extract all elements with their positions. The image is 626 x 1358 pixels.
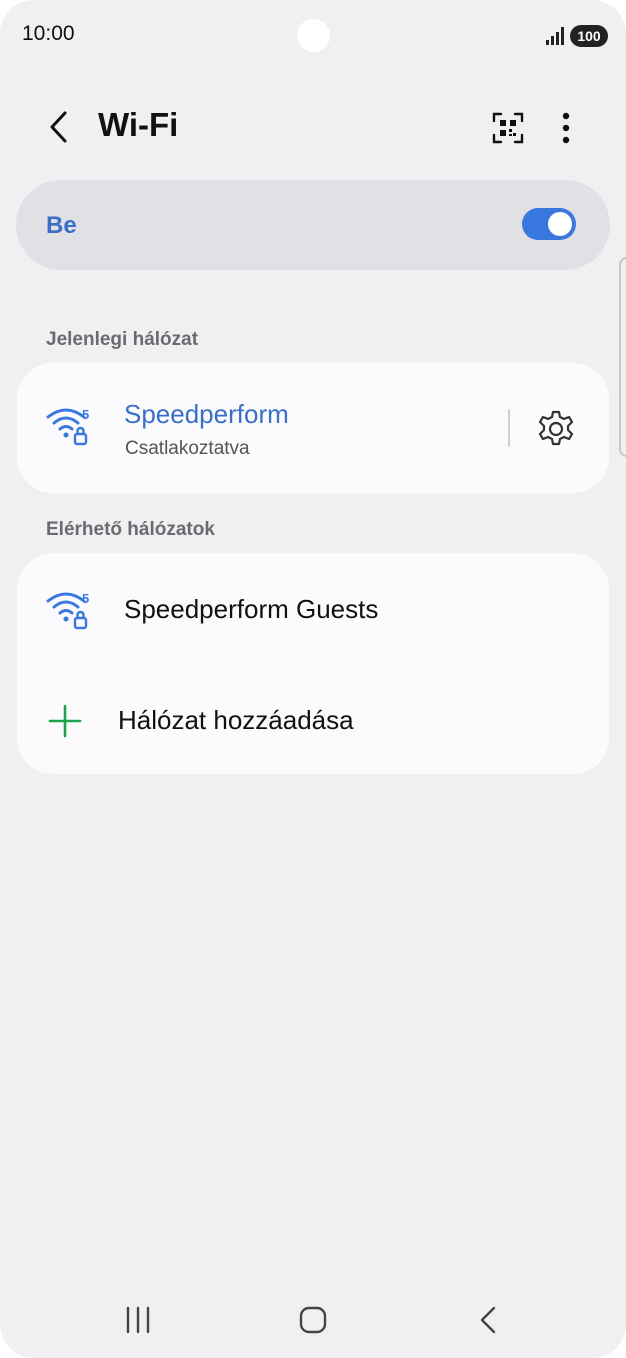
home-button[interactable]: [293, 1300, 333, 1340]
add-network-item[interactable]: Hálózat hozzáadása: [17, 663, 609, 774]
phone-screen: 10:00 100 Wi-Fi Be Jelenlegi hálózat 5 S…: [0, 0, 626, 1358]
signal-icon: [546, 27, 564, 45]
divider: [508, 409, 510, 447]
qr-code-scan-icon[interactable]: [488, 108, 528, 148]
wifi-toggle[interactable]: [522, 208, 576, 240]
toggle-knob: [548, 212, 572, 236]
current-network-item[interactable]: 5 Speedperform Csatlakoztatva: [17, 363, 487, 493]
gear-icon[interactable]: [535, 408, 577, 450]
plus-icon: [48, 704, 82, 738]
current-network-card: 5 Speedperform Csatlakoztatva: [17, 363, 609, 493]
current-network-status: Csatlakoztatva: [125, 438, 250, 459]
recent-apps-button[interactable]: [118, 1300, 158, 1340]
available-networks-header: Elérhető hálózatok: [46, 519, 215, 540]
page-title: Wi-Fi: [98, 106, 179, 143]
available-networks-card: 5 Speedperform Guests Hálózat hozzáadása: [17, 553, 609, 774]
status-time: 10:00: [22, 22, 75, 45]
wifi-secured-icon: 5: [46, 407, 89, 446]
wifi-band-label: 5: [82, 591, 89, 606]
wifi-secured-icon: 5: [46, 591, 89, 630]
wifi-master-switch[interactable]: Be: [16, 180, 610, 270]
current-network-header: Jelenlegi hálózat: [46, 329, 199, 350]
network-item-speedperform-guests[interactable]: 5 Speedperform Guests: [17, 553, 609, 663]
wifi-switch-label: Be: [46, 212, 77, 239]
wifi-band-label: 5: [82, 407, 89, 422]
scrollbar[interactable]: [619, 257, 626, 457]
current-network-name: Speedperform: [124, 399, 289, 429]
back-button[interactable]: [40, 107, 80, 147]
more-options-icon[interactable]: [546, 108, 586, 148]
network-name: Speedperform Guests: [124, 594, 379, 624]
battery-icon: 100: [570, 25, 608, 47]
nav-back-button[interactable]: [468, 1300, 508, 1340]
add-network-label: Hálózat hozzáadása: [118, 705, 354, 735]
front-camera: [297, 19, 330, 52]
